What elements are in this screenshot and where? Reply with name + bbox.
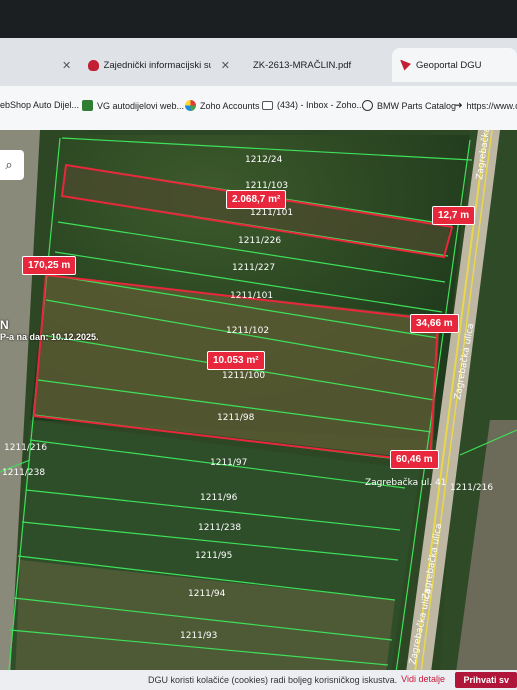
parcel-label: 1211/95 [195, 551, 232, 561]
accept-cookies-button[interactable]: Prihvati sv [455, 672, 517, 688]
parcel-label: 1211/94 [188, 589, 226, 599]
parcel-label: 1211/97 [210, 458, 247, 468]
parcel-label: 1211/98 [217, 413, 255, 423]
bookmark-label: (434) - Inbox - Zoho... [277, 100, 365, 110]
bookmark-vg[interactable]: VG autodijelovi web... [82, 100, 184, 111]
tab-label: Geoportal DGU [416, 59, 482, 71]
parcel-label: 1211/227 [232, 263, 275, 273]
bookmark-zoho[interactable]: Zoho Accounts [185, 100, 260, 111]
parcel-label: 1211/216 [450, 483, 493, 493]
length-badge-left: 170,25 m [22, 256, 77, 275]
parcel-label: 1211/100 [222, 371, 265, 381]
side-letter: N [0, 318, 9, 332]
parcel-label: 1211/216 [4, 443, 47, 453]
parcel-label: 1211/102 [226, 326, 269, 336]
geoportal-icon [400, 59, 411, 71]
search-icon: ⌕ [5, 157, 13, 172]
close-tab-icon[interactable]: ✕ [62, 59, 71, 72]
search-button[interactable]: ⌕ [0, 150, 24, 180]
mail-icon [262, 100, 273, 110]
length-badge-top-right: 12,7 m [432, 206, 476, 225]
browser-tab-prev[interactable]: ✕ [0, 48, 80, 82]
parcel-label: 1211/238 [2, 468, 45, 478]
cookie-text: DGU koristi kolačiće (cookies) radi bolj… [148, 675, 398, 685]
cookie-details-link[interactable]: Vidi detalje [401, 674, 445, 684]
bookmark-bmw[interactable]: BMW Parts Catalog [362, 100, 456, 111]
tab-label: Zajednički informacijski sustav [103, 59, 211, 71]
address-label: Zagrebačka ul. 41 [365, 477, 446, 488]
length-badge-mid-right: 34,66 m [410, 314, 459, 333]
parcel-label: 1211/226 [238, 236, 281, 246]
parcel-label: 1211/93 [180, 631, 217, 641]
browser-tab-active[interactable]: Geoportal DGU [392, 48, 517, 82]
bookmarks-bar: ebShop Auto Dijel... VG autodijelovi web… [0, 86, 517, 131]
parcel-label: 1211/101 [250, 208, 293, 218]
arrow-icon: ➜ [455, 100, 463, 110]
map-view[interactable]: 1212/24 1211/103 1211/101 1211/226 1211/… [0, 130, 517, 680]
cookie-bar: DGU koristi kolačiće (cookies) radi bolj… [0, 670, 517, 690]
area-badge-main: 10.053 m² [207, 351, 265, 370]
tab-label: ZK-2613-MRAČLIN.pdf [253, 59, 352, 71]
length-badge-bottom-right: 60,46 m [390, 450, 439, 469]
globe-icon [362, 100, 373, 111]
browser-tab-2[interactable]: ZK-2613-MRAČLIN.pdf ✕ [240, 48, 400, 82]
area-badge-top: 2.068,7 m² [226, 190, 287, 209]
shield-icon [88, 59, 99, 71]
bookmark-url[interactable]: ➜ https://www.c [455, 100, 517, 111]
parcel-label: 1211/96 [200, 493, 238, 503]
date-label: P-a na dan: 10.12.2025. [0, 332, 99, 342]
parcel-label: 1211/101 [230, 291, 273, 301]
parcel-label: 1212/24 [245, 155, 283, 165]
bookmark-webshop[interactable]: ebShop Auto Dijel... [0, 100, 79, 110]
bookmark-label: ebShop Auto Dijel... [0, 100, 80, 110]
bookmark-label: Zoho Accounts [200, 100, 260, 111]
bookmark-inbox[interactable]: (434) - Inbox - Zoho... [262, 100, 364, 110]
zoho-icon [185, 100, 196, 111]
bookmark-label: VG autodijelovi web... [97, 100, 185, 111]
bookmark-label: https://www.c [466, 100, 517, 111]
browser-tab-1[interactable]: Zajednički informacijski sustav ✕ [80, 48, 230, 82]
vg-logo-icon [82, 100, 93, 111]
close-tab-icon[interactable]: ✕ [221, 59, 230, 72]
bookmark-label: BMW Parts Catalog [377, 100, 457, 111]
browser-tab-bar: ✕ Zajednički informacijski sustav ✕ ZK-2… [0, 38, 517, 86]
parcel-label: 1211/238 [198, 523, 241, 533]
